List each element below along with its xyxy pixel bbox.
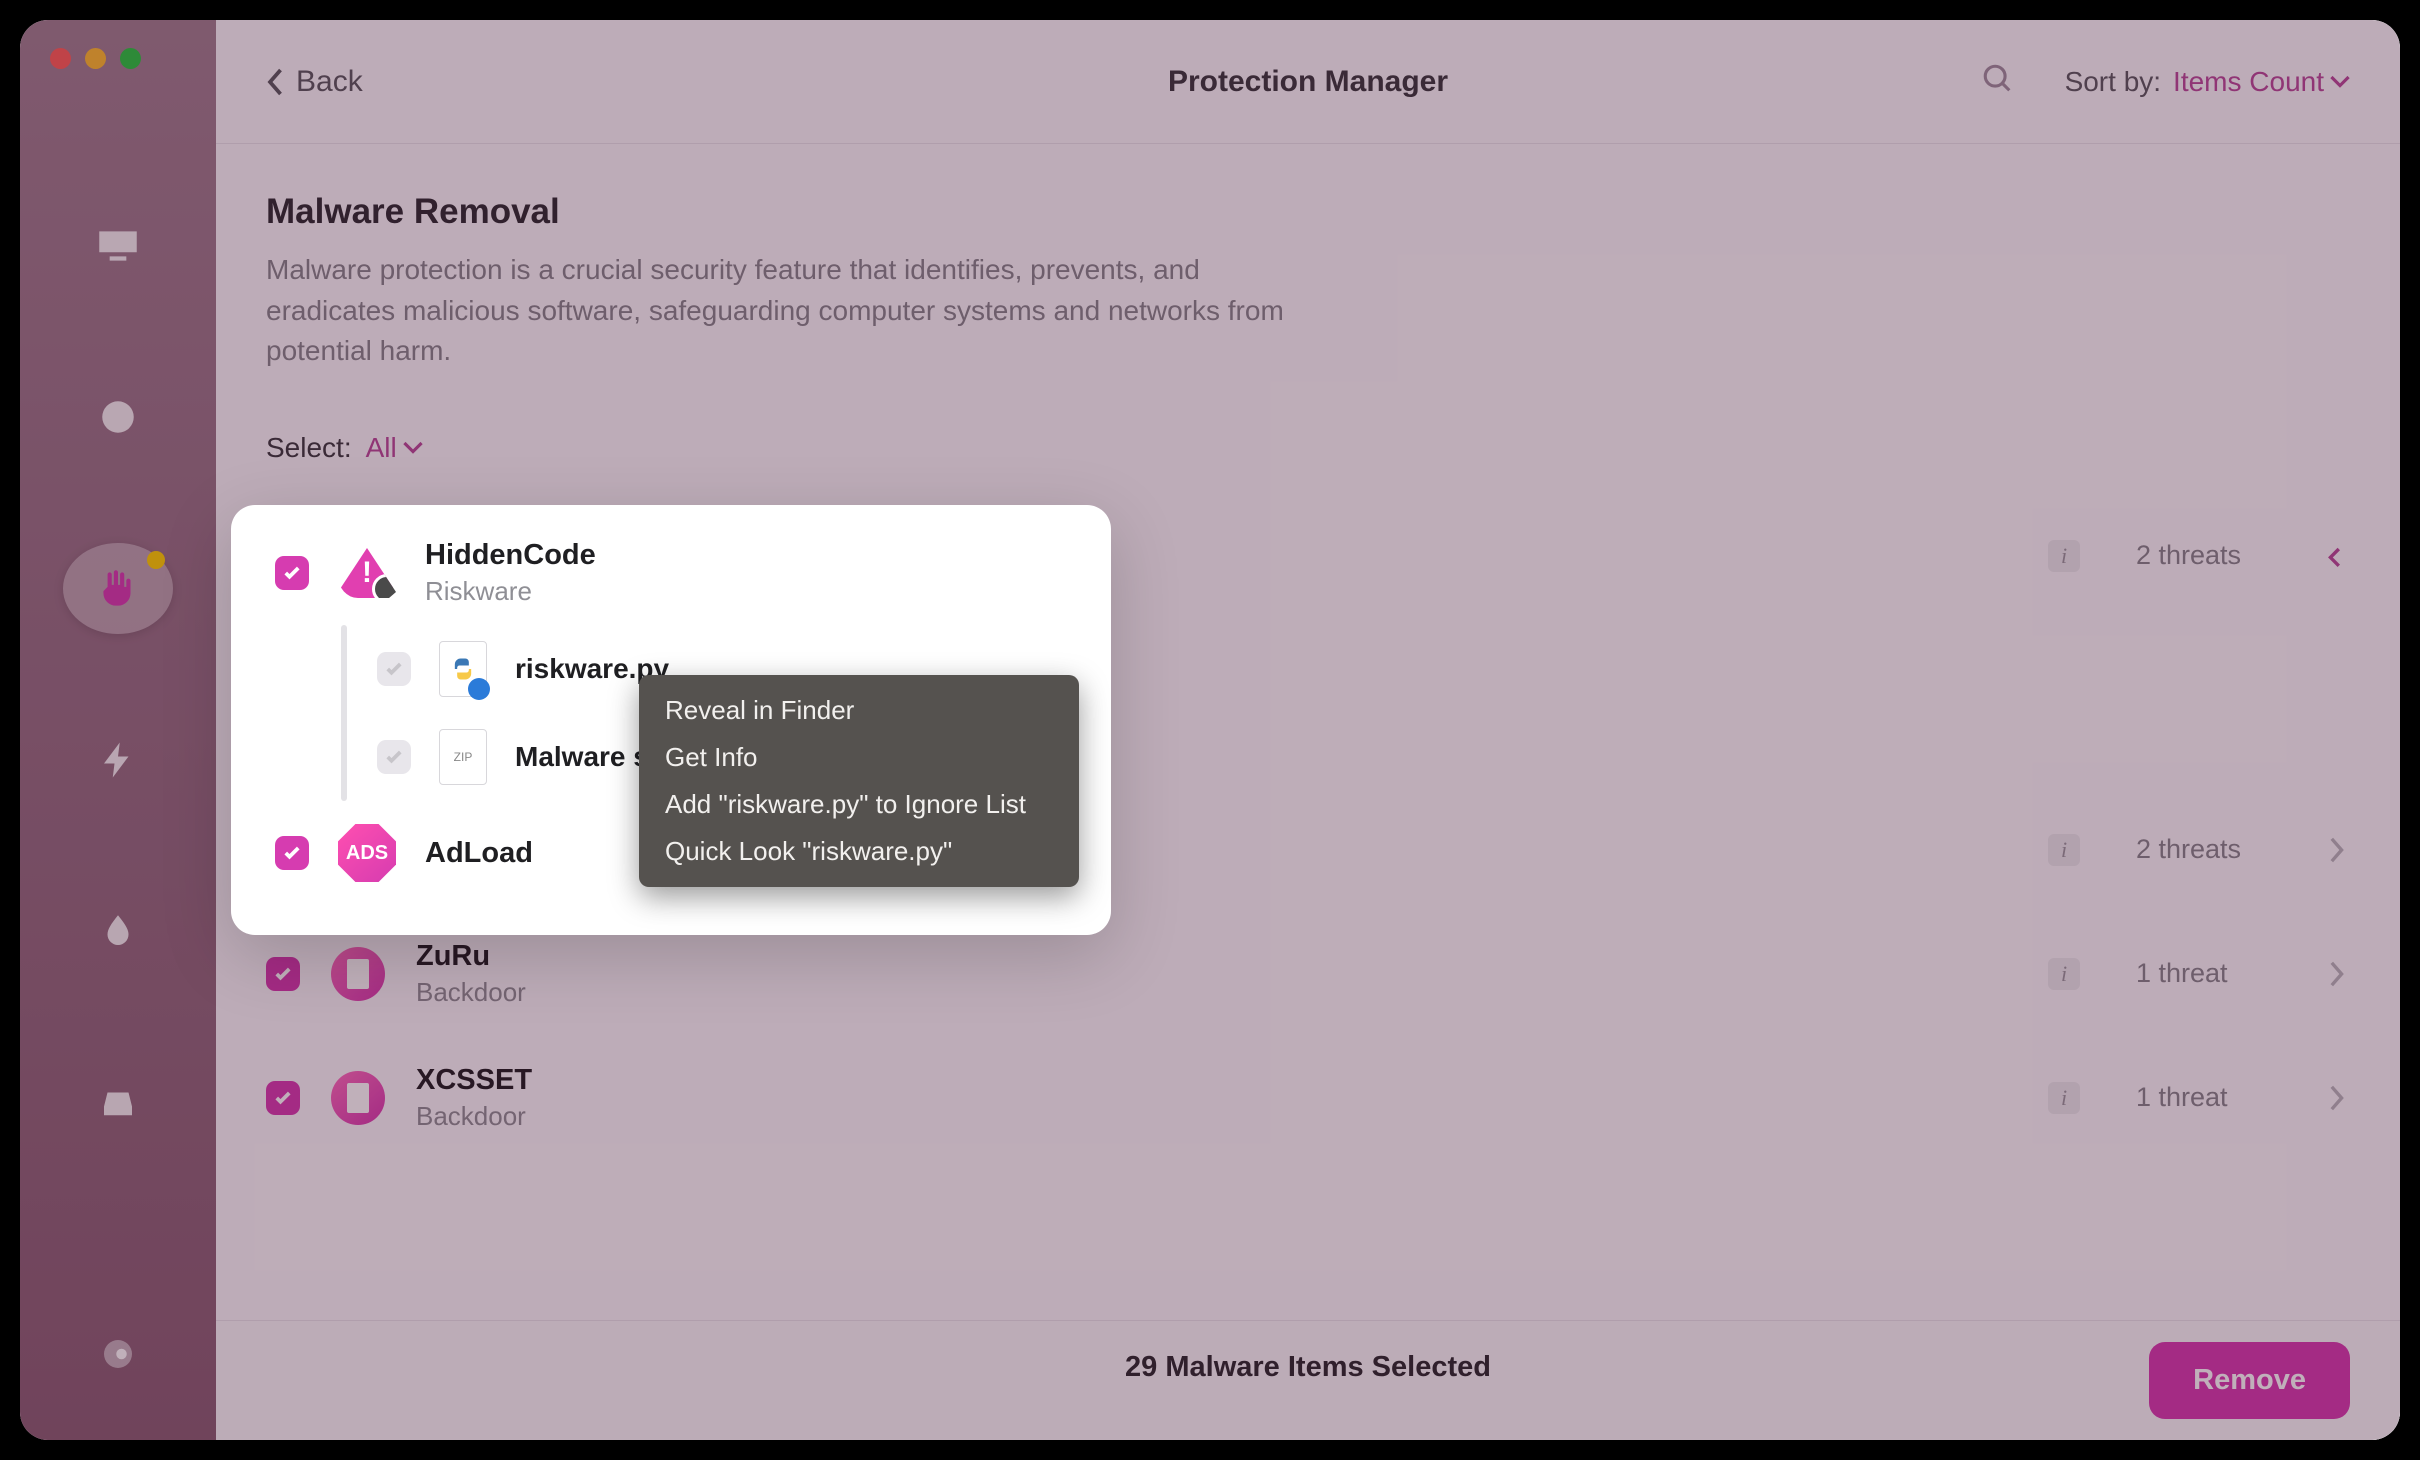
back-button[interactable]: Back — [266, 65, 363, 99]
python-file-icon — [439, 641, 487, 697]
search-button[interactable] — [1981, 62, 2015, 101]
info-button[interactable]: i — [2048, 1082, 2080, 1114]
threat-count: 2 threats — [2136, 834, 2266, 865]
back-label: Back — [296, 65, 363, 99]
sort-label: Sort by: — [2065, 66, 2161, 98]
sidebar-item-assistant[interactable] — [63, 1309, 173, 1400]
threat-icon: ! — [337, 543, 397, 603]
page-title: Protection Manager — [1168, 65, 1448, 99]
chevron-left-icon — [266, 67, 286, 97]
expand-toggle[interactable] — [2322, 960, 2350, 988]
threat-name: XCSSET — [416, 1064, 532, 1097]
check-icon — [384, 659, 404, 679]
threat-count: 1 threat — [2136, 958, 2266, 989]
threat-name: ZuRu — [416, 940, 526, 973]
zoom-window-button[interactable] — [120, 48, 141, 69]
sidebar-item-uninstaller[interactable] — [63, 886, 173, 977]
threat-name: AdLoad — [425, 837, 533, 870]
context-menu: Reveal in Finder Get Info Add "riskware.… — [639, 675, 1079, 887]
app-window: Back Protection Manager Sort by: Items C… — [20, 20, 2400, 1440]
check-icon — [384, 747, 404, 767]
chevron-down-icon — [2330, 75, 2350, 89]
hand-stop-icon — [93, 564, 143, 614]
monitor-icon — [93, 221, 143, 271]
drive-icon — [97, 1082, 139, 1124]
check-icon — [282, 843, 302, 863]
expand-toggle[interactable] — [2322, 836, 2350, 864]
zip-file-icon: ZIP — [439, 729, 487, 785]
camera-icon — [97, 1333, 139, 1375]
focus-popover: ! HiddenCode Riskware — [231, 505, 1111, 935]
threat-icon — [328, 944, 388, 1004]
select-label: Select: — [266, 432, 352, 464]
drop-icon — [97, 910, 139, 952]
remove-button[interactable]: Remove — [2149, 1342, 2350, 1419]
menu-item-reveal-in-finder[interactable]: Reveal in Finder — [639, 687, 1079, 734]
threat-type: Backdoor — [416, 1101, 532, 1132]
sidebar-item-applications[interactable] — [63, 714, 173, 805]
info-button[interactable]: i — [2048, 958, 2080, 990]
section-heading: Malware Removal — [266, 192, 2350, 232]
sort-control[interactable]: Sort by: Items Count — [2065, 66, 2350, 98]
threat-name: HiddenCode — [425, 539, 596, 572]
threat-count: 2 threats — [2136, 540, 2266, 571]
select-value: All — [366, 432, 397, 464]
checkbox[interactable] — [377, 652, 411, 686]
threat-row[interactable]: XCSSET Backdoor i 1 threat — [266, 1036, 2350, 1160]
checkbox[interactable] — [266, 957, 300, 991]
search-icon — [1981, 62, 2015, 96]
checkbox[interactable] — [377, 740, 411, 774]
threat-count: 1 threat — [2136, 1082, 2266, 1113]
menu-item-quick-look[interactable]: Quick Look "riskware.py" — [639, 828, 1079, 875]
tree-rail — [341, 625, 347, 801]
threat-row[interactable]: ! HiddenCode Riskware — [275, 535, 1071, 625]
sort-value: Items Count — [2173, 66, 2324, 98]
selection-status: 29 Malware Items Selected — [1125, 1351, 1491, 1384]
chevron-right-icon — [2322, 836, 2350, 864]
sidebar-item-cleanup[interactable] — [63, 200, 173, 291]
alert-badge — [147, 551, 165, 569]
top-bar: Back Protection Manager Sort by: Items C… — [216, 20, 2400, 144]
chevron-right-icon — [2322, 1084, 2350, 1112]
window-controls — [50, 48, 141, 69]
section-description: Malware protection is a crucial security… — [266, 250, 1326, 372]
threat-type: Riskware — [425, 576, 596, 607]
bolt-icon — [97, 739, 139, 781]
info-button[interactable]: i — [2048, 834, 2080, 866]
chevron-right-icon — [2322, 960, 2350, 988]
threat-icon — [328, 1068, 388, 1128]
menu-item-add-ignore[interactable]: Add "riskware.py" to Ignore List — [639, 781, 1079, 828]
chevron-down-icon — [2322, 542, 2350, 570]
checkbox[interactable] — [275, 556, 309, 590]
checkbox[interactable] — [275, 836, 309, 870]
expand-toggle[interactable] — [2322, 542, 2350, 570]
smiley-icon — [97, 396, 139, 438]
threat-type: Backdoor — [416, 977, 526, 1008]
minimize-window-button[interactable] — [85, 48, 106, 69]
info-button[interactable]: i — [2048, 540, 2080, 572]
sidebar-item-performance[interactable] — [63, 371, 173, 462]
close-window-button[interactable] — [50, 48, 71, 69]
menu-item-get-info[interactable]: Get Info — [639, 734, 1079, 781]
check-icon — [273, 1088, 293, 1108]
sidebar — [20, 20, 216, 1440]
sidebar-item-protection[interactable] — [63, 543, 173, 634]
expand-toggle[interactable] — [2322, 1084, 2350, 1112]
check-icon — [273, 964, 293, 984]
chevron-down-icon — [403, 441, 423, 455]
select-filter[interactable]: Select: All — [266, 432, 2350, 464]
check-icon — [282, 563, 302, 583]
checkbox[interactable] — [266, 1081, 300, 1115]
sidebar-item-files[interactable] — [63, 1057, 173, 1148]
threat-icon: ADS — [337, 823, 397, 883]
